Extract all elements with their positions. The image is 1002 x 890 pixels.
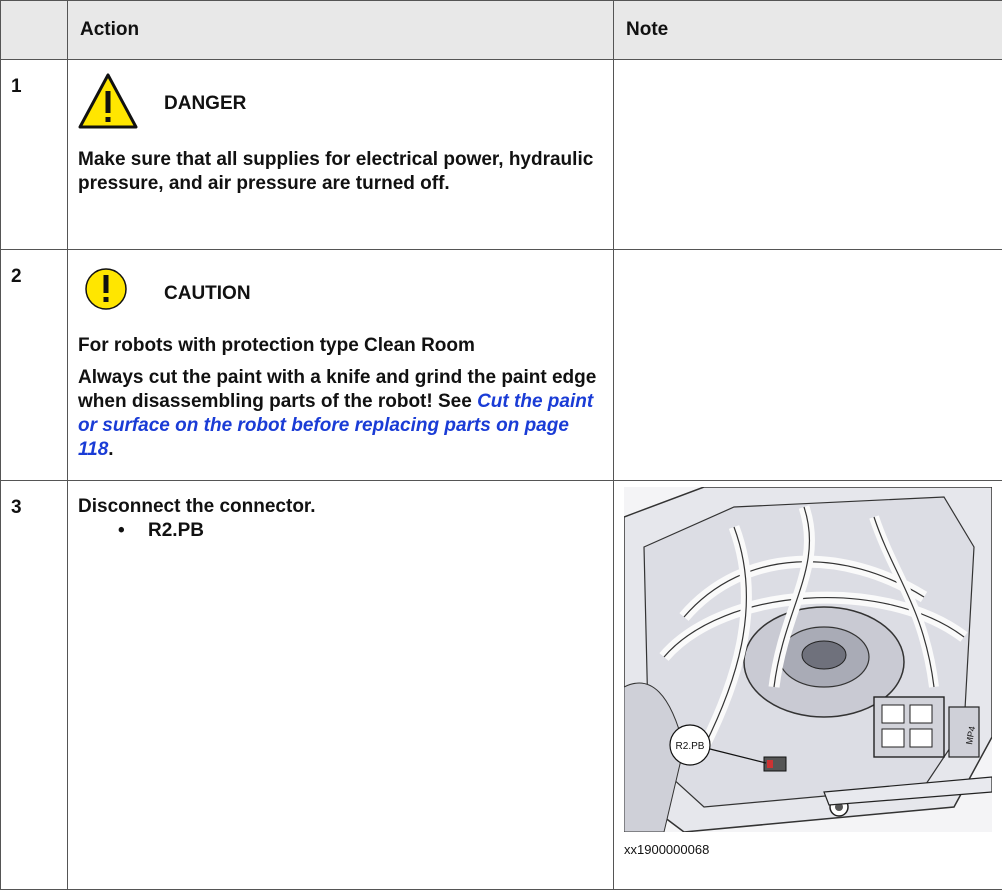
step-number: 1 [1, 60, 68, 250]
caution-label: CAUTION [164, 282, 251, 306]
bullet-icon: • [118, 519, 148, 543]
table-row: 3 Disconnect the connector. • R2.PB [1, 481, 1002, 890]
caution-text: Always cut the paint with a knife and gr… [78, 366, 603, 462]
danger-label: DANGER [164, 92, 246, 116]
robot-wrist-illustration: R2.PB MP4 [624, 487, 992, 832]
connector-name: R2.PB [148, 519, 204, 543]
action-cell: CAUTION For robots with protection type … [68, 250, 614, 481]
danger-triangle-icon [78, 73, 138, 136]
header-action: Action [68, 1, 614, 60]
procedure-table: Action Note 1 DANGER Make sure [0, 0, 1002, 890]
caution-subheading: For robots with protection type Clean Ro… [78, 334, 603, 358]
caution-period: . [108, 439, 113, 460]
note-cell: R2.PB MP4 xx1900000068 [614, 481, 1002, 890]
table-row: 2 CAUTION For robots with protection typ… [1, 250, 1002, 481]
step-number: 2 [1, 250, 68, 481]
connector-figure: R2.PB MP4 [624, 487, 992, 832]
instruction-text: Disconnect the connector. [78, 495, 603, 519]
note-cell [614, 250, 1002, 481]
action-cell: Disconnect the connector. • R2.PB [68, 481, 614, 890]
list-item: • R2.PB [118, 519, 603, 543]
figure-caption: xx1900000068 [614, 832, 1002, 857]
note-cell [614, 60, 1002, 250]
action-cell: DANGER Make sure that all supplies for e… [68, 60, 614, 250]
header-note: Note [614, 1, 1002, 60]
danger-heading: DANGER [78, 74, 603, 134]
header-step-number [1, 1, 68, 60]
figure-callout-label: R2.PB [676, 741, 705, 752]
caution-heading: CAUTION [78, 264, 603, 324]
table-row: 1 DANGER Make sure that all supplies for… [1, 60, 1002, 250]
step-number: 3 [1, 481, 68, 890]
danger-text: Make sure that all supplies for electric… [78, 148, 603, 196]
table-header-row: Action Note [1, 1, 1002, 60]
caution-circle-icon [78, 263, 138, 326]
